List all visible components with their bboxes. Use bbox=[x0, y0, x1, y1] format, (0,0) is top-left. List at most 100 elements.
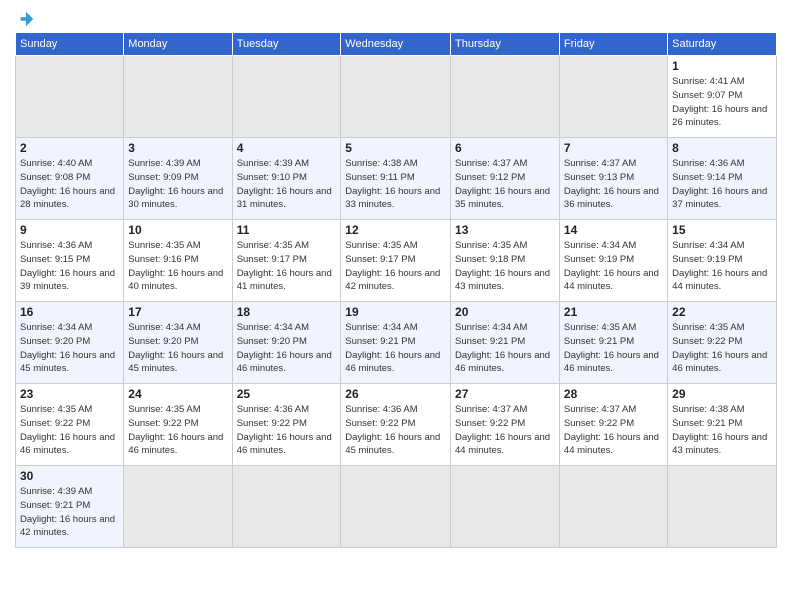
day-info: Sunrise: 4:37 AMSunset: 9:22 PMDaylight:… bbox=[455, 404, 550, 456]
calendar-day-30: 30 Sunrise: 4:39 AMSunset: 9:21 PMDaylig… bbox=[16, 466, 124, 548]
empty-day bbox=[451, 56, 560, 138]
day-number: 3 bbox=[128, 141, 227, 155]
calendar-day-2: 2 Sunrise: 4:40 AMSunset: 9:08 PMDayligh… bbox=[16, 138, 124, 220]
day-number: 4 bbox=[237, 141, 337, 155]
calendar-week-3: 9 Sunrise: 4:36 AMSunset: 9:15 PMDayligh… bbox=[16, 220, 777, 302]
day-info: Sunrise: 4:34 AMSunset: 9:20 PMDaylight:… bbox=[128, 322, 223, 374]
calendar-week-1: 1 Sunrise: 4:41 AMSunset: 9:07 PMDayligh… bbox=[16, 56, 777, 138]
day-number: 13 bbox=[455, 223, 555, 237]
logo-icon bbox=[17, 10, 35, 28]
day-info: Sunrise: 4:38 AMSunset: 9:21 PMDaylight:… bbox=[672, 404, 767, 456]
calendar-day-25: 25 Sunrise: 4:36 AMSunset: 9:22 PMDaylig… bbox=[232, 384, 341, 466]
empty-day bbox=[232, 466, 341, 548]
calendar-day-23: 23 Sunrise: 4:35 AMSunset: 9:22 PMDaylig… bbox=[16, 384, 124, 466]
day-info: Sunrise: 4:41 AMSunset: 9:07 PMDaylight:… bbox=[672, 76, 767, 128]
day-number: 29 bbox=[672, 387, 772, 401]
day-info: Sunrise: 4:39 AMSunset: 9:09 PMDaylight:… bbox=[128, 158, 223, 210]
day-number: 22 bbox=[672, 305, 772, 319]
day-number: 18 bbox=[237, 305, 337, 319]
day-info: Sunrise: 4:39 AMSunset: 9:10 PMDaylight:… bbox=[237, 158, 332, 210]
calendar-day-19: 19 Sunrise: 4:34 AMSunset: 9:21 PMDaylig… bbox=[341, 302, 451, 384]
calendar-week-2: 2 Sunrise: 4:40 AMSunset: 9:08 PMDayligh… bbox=[16, 138, 777, 220]
day-number: 1 bbox=[672, 59, 772, 73]
empty-day bbox=[232, 56, 341, 138]
empty-day bbox=[341, 466, 451, 548]
day-number: 7 bbox=[564, 141, 663, 155]
calendar-day-7: 7 Sunrise: 4:37 AMSunset: 9:13 PMDayligh… bbox=[559, 138, 667, 220]
empty-day bbox=[451, 466, 560, 548]
day-number: 30 bbox=[20, 469, 119, 483]
day-header-sunday: Sunday bbox=[16, 33, 124, 56]
day-info: Sunrise: 4:37 AMSunset: 9:22 PMDaylight:… bbox=[564, 404, 659, 456]
empty-day bbox=[668, 466, 777, 548]
day-number: 25 bbox=[237, 387, 337, 401]
calendar-day-18: 18 Sunrise: 4:34 AMSunset: 9:20 PMDaylig… bbox=[232, 302, 341, 384]
day-info: Sunrise: 4:35 AMSunset: 9:16 PMDaylight:… bbox=[128, 240, 223, 292]
day-info: Sunrise: 4:34 AMSunset: 9:20 PMDaylight:… bbox=[237, 322, 332, 374]
day-info: Sunrise: 4:35 AMSunset: 9:17 PMDaylight:… bbox=[237, 240, 332, 292]
day-info: Sunrise: 4:37 AMSunset: 9:12 PMDaylight:… bbox=[455, 158, 550, 210]
day-info: Sunrise: 4:35 AMSunset: 9:22 PMDaylight:… bbox=[672, 322, 767, 374]
calendar-day-1: 1 Sunrise: 4:41 AMSunset: 9:07 PMDayligh… bbox=[668, 56, 777, 138]
day-number: 20 bbox=[455, 305, 555, 319]
day-info: Sunrise: 4:36 AMSunset: 9:22 PMDaylight:… bbox=[345, 404, 440, 456]
day-info: Sunrise: 4:36 AMSunset: 9:22 PMDaylight:… bbox=[237, 404, 332, 456]
calendar-day-24: 24 Sunrise: 4:35 AMSunset: 9:22 PMDaylig… bbox=[124, 384, 232, 466]
day-info: Sunrise: 4:39 AMSunset: 9:21 PMDaylight:… bbox=[20, 486, 115, 538]
calendar-header-row: SundayMondayTuesdayWednesdayThursdayFrid… bbox=[16, 33, 777, 56]
header bbox=[15, 10, 777, 24]
day-number: 6 bbox=[455, 141, 555, 155]
calendar-day-16: 16 Sunrise: 4:34 AMSunset: 9:20 PMDaylig… bbox=[16, 302, 124, 384]
day-info: Sunrise: 4:35 AMSunset: 9:17 PMDaylight:… bbox=[345, 240, 440, 292]
day-info: Sunrise: 4:35 AMSunset: 9:22 PMDaylight:… bbox=[20, 404, 115, 456]
day-info: Sunrise: 4:34 AMSunset: 9:21 PMDaylight:… bbox=[345, 322, 440, 374]
calendar-week-6: 30 Sunrise: 4:39 AMSunset: 9:21 PMDaylig… bbox=[16, 466, 777, 548]
calendar-day-12: 12 Sunrise: 4:35 AMSunset: 9:17 PMDaylig… bbox=[341, 220, 451, 302]
day-number: 28 bbox=[564, 387, 663, 401]
day-header-tuesday: Tuesday bbox=[232, 33, 341, 56]
day-number: 12 bbox=[345, 223, 446, 237]
empty-day bbox=[124, 466, 232, 548]
day-info: Sunrise: 4:36 AMSunset: 9:15 PMDaylight:… bbox=[20, 240, 115, 292]
day-header-saturday: Saturday bbox=[668, 33, 777, 56]
calendar-day-14: 14 Sunrise: 4:34 AMSunset: 9:19 PMDaylig… bbox=[559, 220, 667, 302]
day-number: 8 bbox=[672, 141, 772, 155]
calendar-day-9: 9 Sunrise: 4:36 AMSunset: 9:15 PMDayligh… bbox=[16, 220, 124, 302]
calendar-day-10: 10 Sunrise: 4:35 AMSunset: 9:16 PMDaylig… bbox=[124, 220, 232, 302]
calendar-day-20: 20 Sunrise: 4:34 AMSunset: 9:21 PMDaylig… bbox=[451, 302, 560, 384]
day-info: Sunrise: 4:37 AMSunset: 9:13 PMDaylight:… bbox=[564, 158, 659, 210]
day-info: Sunrise: 4:35 AMSunset: 9:22 PMDaylight:… bbox=[128, 404, 223, 456]
day-number: 16 bbox=[20, 305, 119, 319]
calendar-day-27: 27 Sunrise: 4:37 AMSunset: 9:22 PMDaylig… bbox=[451, 384, 560, 466]
day-info: Sunrise: 4:36 AMSunset: 9:14 PMDaylight:… bbox=[672, 158, 767, 210]
calendar-day-22: 22 Sunrise: 4:35 AMSunset: 9:22 PMDaylig… bbox=[668, 302, 777, 384]
calendar-day-5: 5 Sunrise: 4:38 AMSunset: 9:11 PMDayligh… bbox=[341, 138, 451, 220]
calendar-day-13: 13 Sunrise: 4:35 AMSunset: 9:18 PMDaylig… bbox=[451, 220, 560, 302]
calendar-day-17: 17 Sunrise: 4:34 AMSunset: 9:20 PMDaylig… bbox=[124, 302, 232, 384]
empty-day bbox=[559, 466, 667, 548]
day-info: Sunrise: 4:35 AMSunset: 9:21 PMDaylight:… bbox=[564, 322, 659, 374]
day-info: Sunrise: 4:34 AMSunset: 9:21 PMDaylight:… bbox=[455, 322, 550, 374]
calendar-week-5: 23 Sunrise: 4:35 AMSunset: 9:22 PMDaylig… bbox=[16, 384, 777, 466]
day-number: 14 bbox=[564, 223, 663, 237]
day-number: 2 bbox=[20, 141, 119, 155]
day-header-wednesday: Wednesday bbox=[341, 33, 451, 56]
day-info: Sunrise: 4:34 AMSunset: 9:19 PMDaylight:… bbox=[672, 240, 767, 292]
calendar-week-4: 16 Sunrise: 4:34 AMSunset: 9:20 PMDaylig… bbox=[16, 302, 777, 384]
day-number: 10 bbox=[128, 223, 227, 237]
day-number: 11 bbox=[237, 223, 337, 237]
day-header-friday: Friday bbox=[559, 33, 667, 56]
empty-day bbox=[341, 56, 451, 138]
calendar-day-26: 26 Sunrise: 4:36 AMSunset: 9:22 PMDaylig… bbox=[341, 384, 451, 466]
day-number: 27 bbox=[455, 387, 555, 401]
calendar: SundayMondayTuesdayWednesdayThursdayFrid… bbox=[15, 32, 777, 548]
calendar-day-28: 28 Sunrise: 4:37 AMSunset: 9:22 PMDaylig… bbox=[559, 384, 667, 466]
calendar-day-6: 6 Sunrise: 4:37 AMSunset: 9:12 PMDayligh… bbox=[451, 138, 560, 220]
day-number: 9 bbox=[20, 223, 119, 237]
day-info: Sunrise: 4:40 AMSunset: 9:08 PMDaylight:… bbox=[20, 158, 115, 210]
day-header-thursday: Thursday bbox=[451, 33, 560, 56]
day-number: 17 bbox=[128, 305, 227, 319]
day-number: 5 bbox=[345, 141, 446, 155]
calendar-day-11: 11 Sunrise: 4:35 AMSunset: 9:17 PMDaylig… bbox=[232, 220, 341, 302]
day-number: 21 bbox=[564, 305, 663, 319]
